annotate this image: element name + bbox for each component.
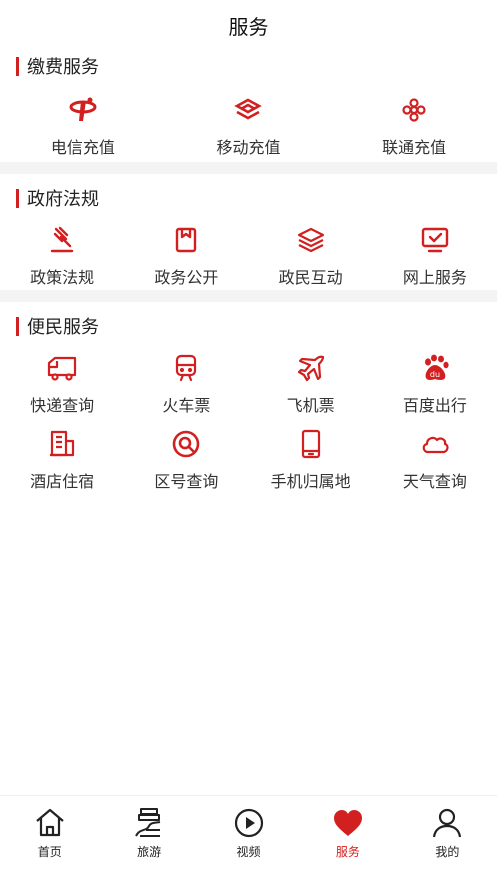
section-pay: 缴费服务 电信充值 移动充值 联通充值 — [0, 50, 497, 162]
top-bar: 服务 — [0, 0, 497, 50]
service-label: 百度出行 — [402, 396, 467, 415]
section-title: 便民服务 — [27, 317, 99, 338]
service-label: 政民互动 — [278, 268, 343, 287]
service-mobile-recharge[interactable]: 移动充值 — [166, 82, 332, 162]
service-label: 区号查询 — [154, 472, 219, 491]
section-header: 政府法规 — [0, 182, 497, 214]
section-accent-bar — [16, 56, 19, 76]
service-label: 火车票 — [162, 396, 211, 415]
service-baidu-travel[interactable]: du 百度出行 — [373, 342, 497, 418]
service-citizen-interaction[interactable]: 政民互动 — [249, 214, 373, 290]
section-life: 便民服务 快递查询 火车票 飞机票 du 百度出行 酒店住宿 区号查询 手机归属… — [0, 310, 497, 494]
svg-text:du: du — [430, 370, 440, 379]
tab-service[interactable]: 服务 — [298, 796, 397, 883]
service-hotel[interactable]: 酒店住宿 — [0, 418, 124, 494]
travel-icon — [135, 808, 161, 837]
play-icon — [234, 808, 263, 838]
service-train-ticket[interactable]: 火车票 — [124, 342, 248, 418]
section-header: 便民服务 — [0, 310, 497, 342]
section-header: 缴费服务 — [0, 50, 497, 82]
service-label: 电信充值 — [50, 138, 115, 157]
china-telecom-icon — [67, 94, 99, 126]
service-express-query[interactable]: 快递查询 — [0, 342, 124, 418]
service-label: 网上服务 — [402, 268, 467, 287]
search-icon — [170, 428, 202, 460]
service-telecom-recharge[interactable]: 电信充值 — [0, 82, 166, 162]
tab-label: 首页 — [37, 845, 62, 859]
service-label: 飞机票 — [286, 396, 335, 415]
service-label: 快递查询 — [30, 396, 95, 415]
service-label: 政务公开 — [154, 268, 219, 287]
building-icon — [46, 428, 78, 460]
service-area-code[interactable]: 区号查询 — [124, 418, 248, 494]
service-flight-ticket[interactable]: 飞机票 — [249, 342, 373, 418]
page-title: 服务 — [228, 14, 269, 39]
service-label: 政策法规 — [30, 268, 95, 287]
user-icon — [433, 808, 462, 838]
bottom-tab-bar: 首页 旅游 视频 服务 我的 — [0, 795, 497, 883]
tab-home[interactable]: 首页 — [0, 796, 99, 883]
home-icon — [35, 808, 64, 837]
service-policy-regulations[interactable]: 政策法规 — [0, 214, 124, 290]
train-icon — [170, 352, 202, 384]
gavel-icon — [46, 224, 78, 256]
service-label: 联通充值 — [382, 138, 447, 157]
airplane-icon — [295, 352, 327, 384]
cloud-icon — [419, 428, 451, 460]
divider — [0, 162, 497, 174]
service-online-services[interactable]: 网上服务 — [373, 214, 497, 290]
china-unicom-icon — [398, 94, 430, 126]
service-gov-affairs-public[interactable]: 政务公开 — [124, 214, 248, 290]
tab-label: 旅游 — [137, 845, 162, 859]
section-title: 缴费服务 — [27, 57, 99, 78]
service-label: 手机归属地 — [270, 472, 351, 491]
heart-icon — [333, 810, 362, 836]
truck-icon — [46, 352, 78, 384]
phone-icon — [295, 428, 327, 460]
tab-travel[interactable]: 旅游 — [99, 796, 198, 883]
section-gov: 政府法规 政策法规 政务公开 政民互动 网上服务 — [0, 182, 497, 290]
service-label: 天气查询 — [402, 472, 467, 491]
service-phone-location[interactable]: 手机归属地 — [249, 418, 373, 494]
section-title: 政府法规 — [27, 189, 99, 210]
service-label: 酒店住宿 — [30, 472, 95, 491]
tab-mine[interactable]: 我的 — [398, 796, 497, 883]
tab-label: 服务 — [335, 845, 360, 859]
china-mobile-icon — [232, 94, 264, 126]
tab-label: 我的 — [435, 845, 460, 859]
section-accent-bar — [16, 316, 19, 336]
section-accent-bar — [16, 188, 19, 208]
tab-video[interactable]: 视频 — [199, 796, 298, 883]
tab-label: 视频 — [236, 845, 261, 859]
monitor-icon — [419, 224, 451, 256]
service-weather[interactable]: 天气查询 — [373, 418, 497, 494]
service-label: 移动充值 — [216, 138, 281, 157]
baidu-paw-icon: du — [419, 352, 451, 384]
layers-icon — [295, 224, 327, 256]
service-unicom-recharge[interactable]: 联通充值 — [331, 82, 497, 162]
bookmark-icon — [170, 224, 202, 256]
divider — [0, 290, 497, 302]
